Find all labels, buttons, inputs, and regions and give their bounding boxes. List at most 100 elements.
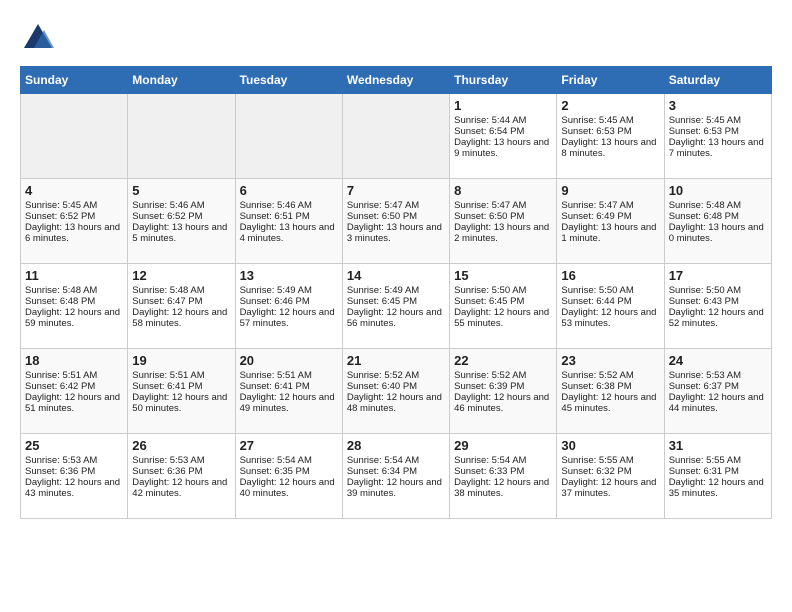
day-number: 27	[240, 438, 338, 453]
day-info: Daylight: 12 hours and 43 minutes.	[25, 477, 123, 499]
day-number: 6	[240, 183, 338, 198]
day-info: Sunset: 6:35 PM	[240, 466, 338, 477]
day-info: Sunrise: 5:47 AM	[454, 200, 552, 211]
day-info: Sunset: 6:38 PM	[561, 381, 659, 392]
calendar-week-2: 4Sunrise: 5:45 AMSunset: 6:52 PMDaylight…	[21, 179, 772, 264]
day-info: Sunset: 6:53 PM	[669, 126, 767, 137]
day-info: Sunrise: 5:54 AM	[454, 455, 552, 466]
day-number: 19	[132, 353, 230, 368]
day-info: Daylight: 12 hours and 50 minutes.	[132, 392, 230, 414]
day-info: Daylight: 12 hours and 52 minutes.	[669, 307, 767, 329]
day-info: Sunset: 6:51 PM	[240, 211, 338, 222]
day-info: Sunset: 6:50 PM	[347, 211, 445, 222]
day-number: 21	[347, 353, 445, 368]
day-info: Sunset: 6:44 PM	[561, 296, 659, 307]
day-info: Sunrise: 5:54 AM	[240, 455, 338, 466]
day-info: Sunset: 6:40 PM	[347, 381, 445, 392]
day-info: Daylight: 13 hours and 9 minutes.	[454, 137, 552, 159]
day-info: Sunset: 6:32 PM	[561, 466, 659, 477]
day-info: Sunrise: 5:50 AM	[561, 285, 659, 296]
day-info: Sunset: 6:37 PM	[669, 381, 767, 392]
day-info: Sunrise: 5:51 AM	[25, 370, 123, 381]
day-number: 5	[132, 183, 230, 198]
calendar-week-5: 25 Sunrise: 5:53 AMSunset: 6:36 PM Dayligh…	[21, 434, 772, 519]
day-number: 10	[669, 183, 767, 198]
day-number: 26	[132, 438, 230, 453]
calendar-cell	[128, 94, 235, 179]
calendar-cell: 1Sunrise: 5:44 AMSunset: 6:54 PMDaylight…	[450, 94, 557, 179]
day-number: 20	[240, 353, 338, 368]
day-info: Sunset: 6:42 PM	[25, 381, 123, 392]
day-number: 14	[347, 268, 445, 283]
calendar-week-1: 1Sunrise: 5:44 AMSunset: 6:54 PMDaylight…	[21, 94, 772, 179]
day-info: Sunrise: 5:50 AM	[669, 285, 767, 296]
calendar-week-4: 18Sunrise: 5:51 AMSunset: 6:42 PMDayligh…	[21, 349, 772, 434]
day-info: Sunset: 6:43 PM	[669, 296, 767, 307]
day-header-tuesday: Tuesday	[235, 67, 342, 94]
day-info: Daylight: 12 hours and 46 minutes.	[454, 392, 552, 414]
day-info: Sunset: 6:48 PM	[25, 296, 123, 307]
day-info: Sunrise: 5:52 AM	[561, 370, 659, 381]
calendar-cell: 31Sunrise: 5:55 AMSunset: 6:31 PMDayligh…	[664, 434, 771, 519]
calendar-cell: 18Sunrise: 5:51 AMSunset: 6:42 PMDayligh…	[21, 349, 128, 434]
day-info: Sunrise: 5:54 AM	[347, 455, 445, 466]
day-info: Sunrise: 5:49 AM	[240, 285, 338, 296]
day-number: 25	[25, 438, 123, 453]
day-info: Daylight: 13 hours and 1 minute.	[561, 222, 659, 244]
day-info: Sunset: 6:49 PM	[561, 211, 659, 222]
calendar-cell	[21, 94, 128, 179]
day-number: 29	[454, 438, 552, 453]
day-info: Daylight: 13 hours and 5 minutes.	[132, 222, 230, 244]
day-number: 9	[561, 183, 659, 198]
day-info: Daylight: 12 hours and 37 minutes.	[561, 477, 659, 499]
calendar-cell: 30Sunrise: 5:55 AMSunset: 6:32 PMDayligh…	[557, 434, 664, 519]
day-number: 23	[561, 353, 659, 368]
day-number: 15	[454, 268, 552, 283]
day-number: 31	[669, 438, 767, 453]
calendar-cell: 16 Sunrise: 5:50 AMSunset: 6:44 PMDayligh…	[557, 264, 664, 349]
day-info: Daylight: 13 hours and 6 minutes.	[25, 222, 123, 244]
day-info: Sunset: 6:31 PM	[669, 466, 767, 477]
day-info: Sunrise: 5:48 AM	[669, 200, 767, 211]
calendar-cell: 28Sunrise: 5:54 AMSunset: 6:34 PMDayligh…	[342, 434, 449, 519]
day-info: Daylight: 12 hours and 53 minutes.	[561, 307, 659, 329]
day-info: Sunrise: 5:53 AM	[132, 455, 230, 466]
day-info: Daylight: 13 hours and 8 minutes.	[561, 137, 659, 159]
day-info: Sunset: 6:41 PM	[240, 381, 338, 392]
day-number: 18	[25, 353, 123, 368]
day-info: Sunset: 6:52 PM	[132, 211, 230, 222]
day-info: Sunrise: 5:46 AM	[132, 200, 230, 211]
day-info: Sunrise: 5:46 AM	[240, 200, 338, 211]
calendar-cell: 12Sunrise: 5:48 AMSunset: 6:47 PMDayligh…	[128, 264, 235, 349]
day-info: Sunset: 6:46 PM	[240, 296, 338, 307]
day-number: 22	[454, 353, 552, 368]
day-number: 4	[25, 183, 123, 198]
day-info: Daylight: 13 hours and 4 minutes.	[240, 222, 338, 244]
logo-icon	[20, 20, 56, 56]
day-number: 16	[561, 268, 659, 283]
day-info: Sunset: 6:33 PM	[454, 466, 552, 477]
day-info: Sunset: 6:48 PM	[669, 211, 767, 222]
day-header-thursday: Thursday	[450, 67, 557, 94]
day-info: Sunset: 6:45 PM	[454, 296, 552, 307]
day-header-friday: Friday	[557, 67, 664, 94]
day-info: Sunrise: 5:47 AM	[561, 200, 659, 211]
calendar-cell: 19Sunrise: 5:51 AMSunset: 6:41 PMDayligh…	[128, 349, 235, 434]
calendar-cell: 24Sunrise: 5:53 AMSunset: 6:37 PMDayligh…	[664, 349, 771, 434]
calendar-cell: 25Sunrise: 5:53 AMSunset: 6:36 PMDayligh…	[21, 434, 128, 519]
day-info: Daylight: 12 hours and 49 minutes.	[240, 392, 338, 414]
day-info: Daylight: 13 hours and 0 minutes.	[669, 222, 767, 244]
day-info: Daylight: 13 hours and 2 minutes.	[454, 222, 552, 244]
day-number: 2	[561, 98, 659, 113]
calendar-week-3: 11Sunrise: 5:48 AMSunset: 6:48 PMDayligh…	[21, 264, 772, 349]
day-info: Daylight: 13 hours and 3 minutes.	[347, 222, 445, 244]
day-info: Daylight: 12 hours and 58 minutes.	[132, 307, 230, 329]
day-info: Sunrise: 5:52 AM	[454, 370, 552, 381]
calendar-cell: 4Sunrise: 5:45 AMSunset: 6:52 PMDaylight…	[21, 179, 128, 264]
day-header-wednesday: Wednesday	[342, 67, 449, 94]
page-header	[20, 20, 772, 56]
day-info: Sunset: 6:36 PM	[132, 466, 230, 477]
day-info: Sunrise: 5:51 AM	[240, 370, 338, 381]
day-number: 11	[25, 268, 123, 283]
calendar-cell: 3Sunrise: 5:45 AMSunset: 6:53 PMDaylight…	[664, 94, 771, 179]
